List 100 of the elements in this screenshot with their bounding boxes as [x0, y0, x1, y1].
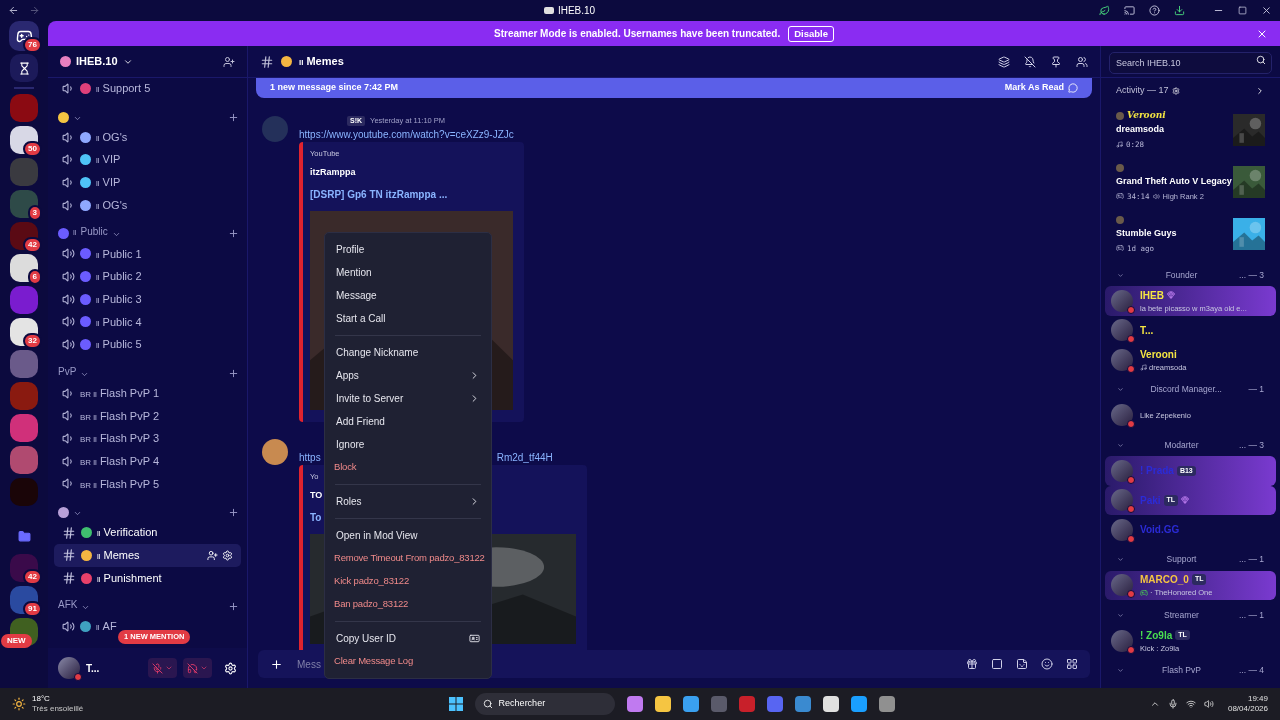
channel-item[interactable]: ll Public 2 — [54, 265, 150, 288]
add-channel-icon[interactable] — [228, 228, 239, 240]
threads-icon[interactable] — [998, 55, 1010, 68]
menu-item[interactable]: Profile — [325, 238, 491, 261]
message-link[interactable]: https — [299, 449, 321, 465]
bell-off-icon[interactable] — [1024, 55, 1036, 68]
mute-button[interactable] — [148, 658, 177, 678]
volume-icon[interactable] — [1203, 699, 1214, 709]
avatar — [1111, 518, 1133, 541]
menu-item[interactable]: Invite to Server — [325, 387, 491, 410]
members-icon[interactable] — [1076, 55, 1088, 68]
add-channel-icon[interactable] — [228, 111, 239, 123]
app-icon[interactable] — [654, 696, 671, 712]
apps-icon[interactable] — [1066, 658, 1078, 670]
maximize-icon[interactable] — [1238, 6, 1247, 15]
network-icon[interactable] — [1185, 699, 1196, 709]
menu-item[interactable]: Change Nickname — [325, 341, 491, 364]
channel-item[interactable]: ll Verification — [54, 521, 166, 544]
channel-item[interactable]: BR ll Flash PvP 2 — [54, 404, 167, 428]
message-link[interactable]: Rm2d_tf44H — [496, 449, 553, 465]
invite-icon[interactable] — [207, 549, 218, 561]
app-icon[interactable] — [822, 696, 839, 712]
window-title: IHEB.10 — [557, 4, 596, 18]
sticker-icon[interactable] — [1016, 658, 1028, 670]
screen-icon[interactable] — [1124, 5, 1135, 16]
deafen-button[interactable] — [183, 658, 212, 678]
pin-icon[interactable] — [1050, 55, 1062, 68]
channel-item[interactable]: ll VIP — [54, 148, 129, 172]
mic-icon[interactable] — [1167, 699, 1178, 709]
channel-item[interactable]: ll OG's — [54, 193, 136, 217]
app-icon[interactable] — [878, 696, 895, 712]
forward-icon[interactable] — [29, 5, 40, 16]
mark-as-read-button[interactable]: Mark As Read — [1004, 81, 1078, 95]
menu-item[interactable]: Message — [325, 284, 491, 307]
message-link[interactable]: https://www.youtube.com/watch?v=ceXZz9-JZJc — [299, 126, 514, 142]
embed-title[interactable]: To — [310, 509, 322, 525]
invite-icon[interactable] — [223, 55, 235, 68]
message-input[interactable]: Mess — [297, 656, 323, 672]
channel-item[interactable]: BR ll Flash PvP 3 — [54, 427, 167, 450]
menu-item[interactable]: Start a Call — [325, 307, 491, 330]
avatar — [58, 657, 80, 679]
add-channel-icon[interactable] — [228, 507, 239, 519]
separator-mark: ll — [73, 227, 77, 240]
channel-item[interactable]: ll Punishment — [54, 566, 170, 590]
channel-item[interactable]: BR ll Flash PvP 4 — [54, 449, 167, 473]
channel-item[interactable]: ll OG's — [54, 125, 136, 149]
server-icon[interactable] — [10, 254, 38, 282]
disable-button[interactable]: Disable — [788, 25, 834, 42]
server-name[interactable]: IHEB.10 — [76, 53, 118, 70]
menu-item[interactable]: Copy User ID — [325, 627, 491, 650]
leaf-icon[interactable] — [1099, 5, 1110, 16]
menu-item[interactable]: Ban padzo_83122 — [325, 593, 491, 616]
menu-item[interactable]: Block — [325, 456, 491, 479]
plus-icon[interactable] — [270, 657, 283, 671]
hourglass-button[interactable] — [10, 54, 38, 82]
menu-item[interactable]: Clear Message Log — [325, 650, 491, 673]
channel-item[interactable]: ll VIP — [54, 171, 129, 194]
close-icon[interactable] — [1261, 5, 1272, 16]
settings-icon[interactable] — [222, 549, 233, 561]
menu-item[interactable]: Ignore — [325, 433, 491, 456]
channel-item[interactable]: BR ll Flash PvP 1 — [54, 381, 167, 405]
channel-item[interactable]: ll Public 1 — [54, 242, 150, 266]
channel-item[interactable]: BR ll Flash PvP 5 — [54, 472, 167, 496]
back-icon[interactable] — [8, 5, 19, 16]
server-icon[interactable] — [10, 190, 38, 218]
menu-item[interactable]: Add Friend — [325, 410, 491, 433]
menu-item[interactable]: Remove Timeout From padzo_83122 — [325, 547, 491, 570]
help-icon[interactable] — [1149, 5, 1160, 16]
menu-item[interactable]: Mention — [325, 261, 491, 284]
menu-item[interactable]: Kick padzo_83122 — [325, 570, 491, 593]
chevron-icon[interactable] — [1255, 86, 1265, 96]
app-icon[interactable] — [626, 696, 643, 712]
status-icon — [1127, 645, 1135, 654]
search-field[interactable]: Search IHEB.10 — [1109, 52, 1272, 74]
tray-icon[interactable] — [1149, 699, 1160, 709]
app-icon[interactable] — [682, 696, 699, 712]
embed-title[interactable]: [DSRP] Gp6 TN itzRamppa ... — [310, 186, 448, 202]
menu-item[interactable]: Roles — [325, 490, 491, 513]
channel-item[interactable]: ll Public 5 — [54, 333, 150, 356]
member-name: IHEB — [1140, 288, 1164, 303]
menu-item[interactable]: Open in Mod View — [325, 524, 491, 547]
download-icon[interactable] — [1174, 5, 1185, 16]
add-channel-icon[interactable] — [228, 367, 239, 379]
channel-item[interactable]: ll Public 4 — [54, 310, 150, 334]
channel-item[interactable]: ll Public 3 — [54, 287, 150, 311]
settings-icon[interactable] — [224, 661, 237, 675]
menu-item[interactable]: Apps — [325, 364, 491, 387]
gif-icon[interactable] — [991, 658, 1003, 670]
avatar — [1116, 111, 1124, 120]
member-row[interactable]: T... — [1105, 315, 1276, 345]
windows-icon[interactable] — [448, 697, 463, 711]
app-icon[interactable] — [850, 696, 867, 712]
taskbar-search[interactable]: Rechercher — [474, 693, 615, 715]
emoji-icon[interactable] — [1041, 658, 1053, 670]
gift-icon[interactable] — [966, 658, 978, 670]
channel-item[interactable]: ll Memes — [54, 544, 241, 567]
channel-title: ll Memes — [299, 54, 344, 70]
add-channel-icon[interactable] — [228, 601, 239, 613]
channel-item[interactable]: ll Support 5 — [54, 77, 159, 100]
settings-icon[interactable] — [1171, 87, 1180, 95]
